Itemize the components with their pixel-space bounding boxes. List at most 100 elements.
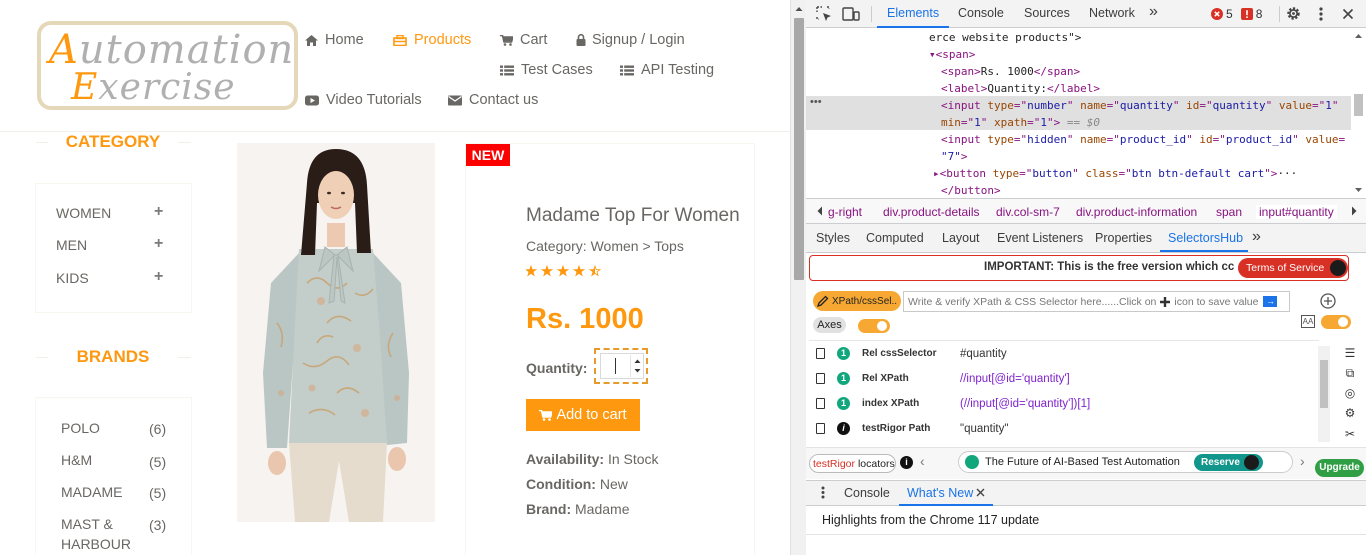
nav-products[interactable]: Products [393,32,471,48]
nav-signup-login[interactable]: Signup / Login [576,32,685,48]
breadcrumb-right-arrow-icon[interactable] [1350,206,1358,216]
breadcrumb-item[interactable]: input#quantity [1256,205,1337,219]
results-scrollbar[interactable] [1318,346,1330,442]
selector-value[interactable]: //input[@id='quantity'] [960,373,1070,385]
scroll-up-icon[interactable] [791,2,807,16]
terms-of-service-button[interactable]: Terms of Service [1238,258,1348,278]
selector-value[interactable]: "quantity" [960,423,1008,435]
dom-scrollbar[interactable] [1351,28,1366,198]
dom-code-line[interactable]: </button> [941,182,1001,199]
device-toolbar-icon[interactable] [842,6,860,22]
dom-code-line[interactable]: <span>Rs. 1000</span> [941,63,1080,80]
breadcrumb-item[interactable]: div.product-information [1076,205,1197,219]
copy-icon[interactable] [816,398,825,409]
quantity-stepper[interactable] [630,355,643,377]
tab-selectorshub[interactable]: SelectorsHub [1168,231,1243,245]
tab-styles[interactable]: Styles [816,231,850,245]
promo-banner[interactable]: The Future of AI-Based Test Automation R… [958,451,1293,473]
issues-counter[interactable]: 5 8 [1211,7,1262,21]
bug-icon[interactable]: ⚙ [1343,406,1357,420]
quantity-input[interactable] [600,353,644,379]
tab-elements[interactable]: Elements [887,6,939,20]
add-circle-icon[interactable] [1320,293,1336,309]
dom-code-line[interactable]: ▸<button type="button" class="btn btn-de… [933,165,1297,182]
case-toggle[interactable] [1321,315,1351,329]
nav-test-cases[interactable]: Test Cases [500,62,593,78]
selector-value[interactable]: #quantity [960,348,1007,360]
copy-icon[interactable] [816,423,825,434]
more-options-icon[interactable] [1318,6,1324,22]
page-scrollbar-thumb[interactable] [794,18,804,280]
dom-code-line[interactable]: erce website products"> [929,29,1081,46]
nav-contact-us-label: Contact us [469,92,539,108]
reserve-button[interactable]: Reserve [1194,454,1263,471]
settings-gear-icon[interactable] [1285,5,1302,22]
breadcrumb-left-arrow-icon[interactable] [816,206,824,216]
site-logo[interactable]: Automation Exercise [37,21,298,110]
tab-console[interactable]: Console [958,6,1004,20]
add-to-cart-button[interactable]: Add to cart [526,399,640,431]
brand-polo[interactable]: POLO [61,418,100,438]
dom-code-line[interactable]: min="1" xpath="1"> == $0 [941,114,1100,131]
brand-madame[interactable]: MADAME [61,482,122,502]
selector-input[interactable]: Write & verify XPath & CSS Selector here… [903,291,1290,312]
promo-next-chevron-icon[interactable]: › [1300,453,1305,469]
category-women[interactable]: WOMEN [56,205,111,221]
breadcrumb-item[interactable]: span [1216,205,1242,219]
breadcrumb-item[interactable]: g-right [828,205,862,219]
results-scrollbar-thumb[interactable] [1320,360,1328,408]
expand-plus-icon[interactable]: + [154,203,163,221]
dom-code-line[interactable]: <input type="number" name="quantity" id=… [941,97,1338,114]
dom-code-line[interactable]: <input type="hidden" name="product_id" i… [941,131,1345,148]
dom-code-line[interactable]: <label>Quantity:</label> [941,80,1100,97]
scroll-up-icon[interactable] [1351,30,1366,42]
nav-video-tutorials[interactable]: Video Tutorials [305,92,422,108]
tools-icon[interactable]: ✂ [1343,427,1357,441]
dom-code-line[interactable]: "7"> [941,148,968,165]
drawer-tab-console[interactable]: Console [844,486,890,500]
close-icon[interactable] [1342,8,1354,20]
inspect-element-icon[interactable] [816,6,832,22]
expand-plus-icon[interactable]: + [154,268,163,286]
tab-network[interactable]: Network [1089,6,1135,20]
breadcrumb-item[interactable]: div.col-sm-7 [996,205,1060,219]
sliders-icon[interactable]: ☰ [1343,346,1357,360]
page-scrollbar[interactable] [790,0,806,555]
upgrade-button[interactable]: Upgrade [1315,459,1364,477]
close-icon[interactable] [976,488,985,497]
expand-plus-icon[interactable]: + [154,235,163,253]
xpath-css-mode-button[interactable]: XPath/cssSel.. [813,291,901,311]
case-sensitive-icon[interactable]: AA [1301,315,1315,328]
dom-code-line[interactable]: ▾<span> [929,46,975,63]
nav-api-testing[interactable]: API Testing [620,62,714,78]
testrigor-locators-button[interactable]: testRigor locators [809,454,896,473]
nav-cart[interactable]: Cart [500,32,547,48]
scroll-down-icon[interactable] [1351,184,1366,196]
info-icon[interactable]: i [900,456,913,469]
more-subtabs-chevron-icon[interactable]: » [1252,228,1261,246]
drawer-menu-icon[interactable] [821,486,825,499]
selector-value[interactable]: (//input[@id='quantity'])[1] [960,398,1090,410]
tab-sources[interactable]: Sources [1024,6,1070,20]
target-icon[interactable]: ◎ [1343,386,1357,400]
category-men[interactable]: MEN [56,237,87,253]
more-tabs-chevron-icon[interactable]: » [1149,3,1158,21]
promo-prev-chevron-icon[interactable]: ‹ [920,453,925,469]
copy-icon[interactable] [816,348,825,359]
tab-computed[interactable]: Computed [866,231,924,245]
category-kids[interactable]: KIDS [56,270,89,286]
brand-hm[interactable]: H&M [61,450,92,470]
breadcrumb-item[interactable]: div.product-details [883,205,980,219]
tab-event-listeners[interactable]: Event Listeners [997,231,1083,245]
nav-contact-us[interactable]: Contact us [448,92,538,108]
drawer-tab-whats-new[interactable]: What's New [907,486,973,500]
nav-home[interactable]: Home [305,32,364,48]
copy-settings-icon[interactable]: ⧉ [1343,366,1357,380]
node-ellipsis-icon[interactable]: ••• [810,96,822,108]
tab-layout[interactable]: Layout [942,231,980,245]
tab-properties[interactable]: Properties [1095,231,1152,245]
brand-mast-harbour[interactable]: MAST & HARBOUR [61,514,141,554]
axes-toggle[interactable] [858,319,890,333]
dom-scrollbar-thumb[interactable] [1354,94,1363,116]
copy-icon[interactable] [816,373,825,384]
